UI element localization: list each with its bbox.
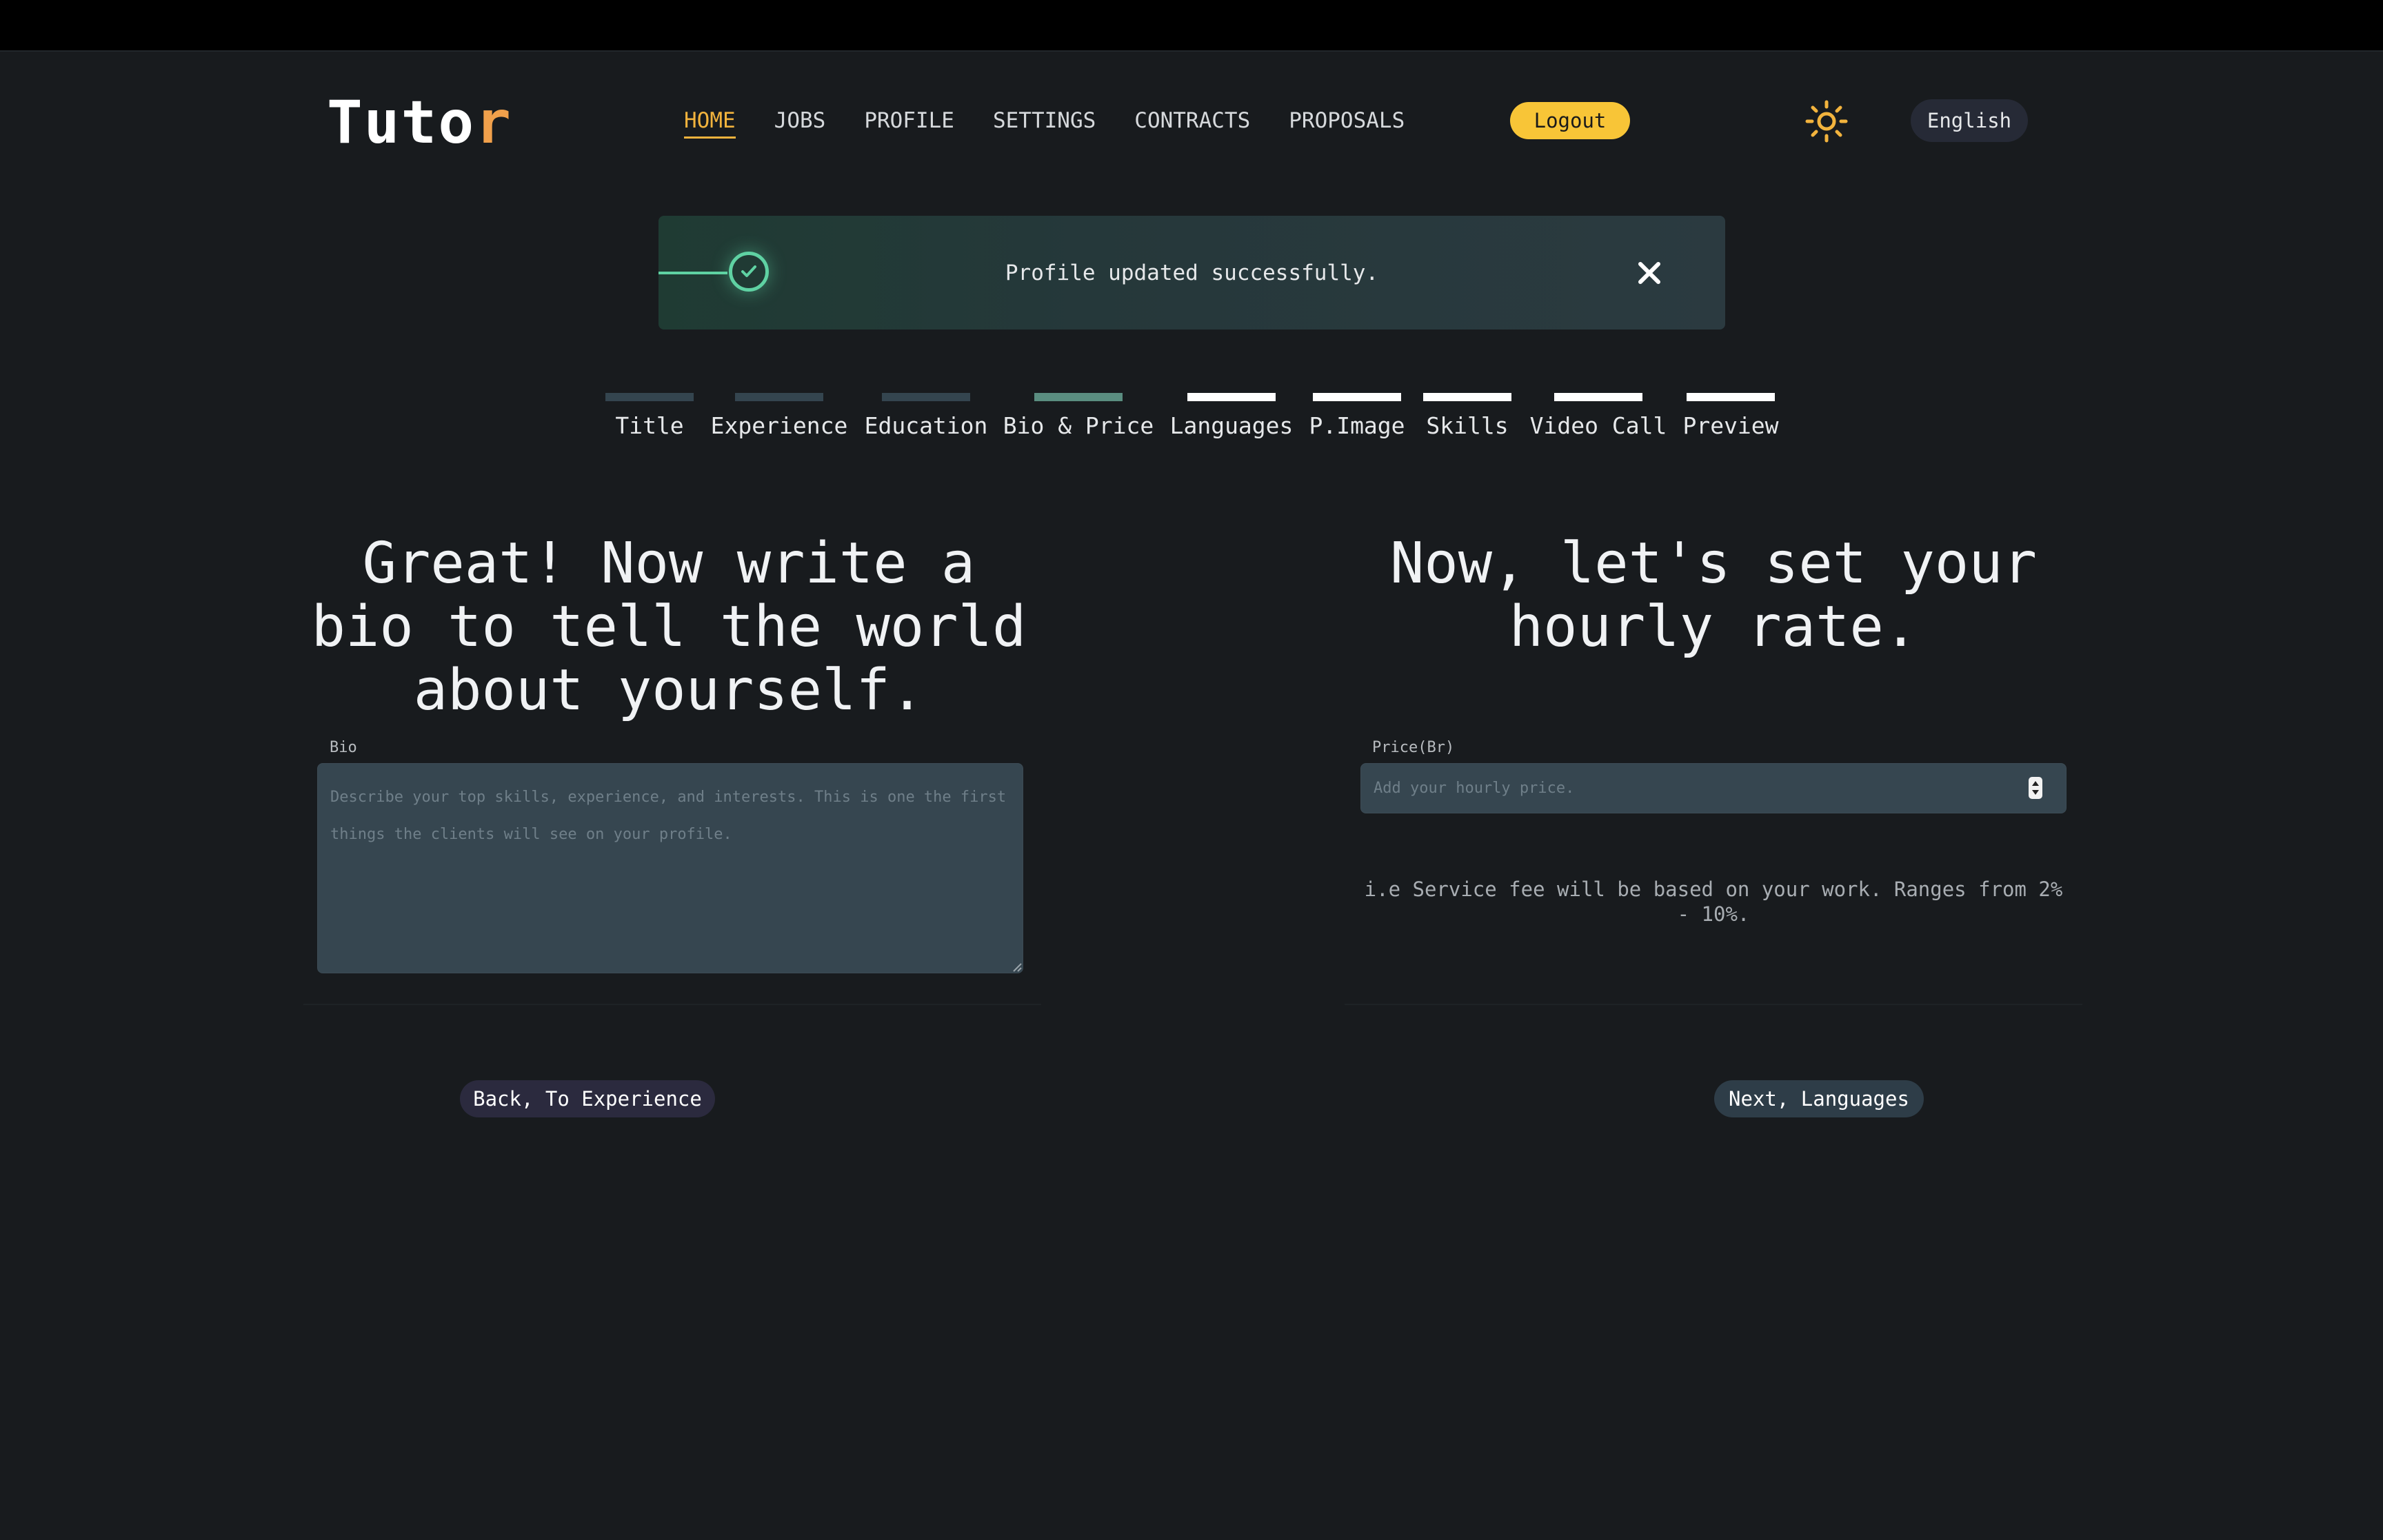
divider-right — [1345, 1004, 2082, 1005]
step-label: Education — [864, 412, 988, 439]
step-label: Experience — [710, 412, 848, 439]
stepper-down-icon[interactable] — [2032, 790, 2039, 795]
price-heading: Now, let's set your hourly rate. — [1390, 531, 2037, 660]
nav-profile[interactable]: PROFILE — [864, 105, 954, 139]
divider-left — [303, 1004, 1041, 1005]
toast-message: Profile updated successfully. — [1005, 261, 1379, 285]
browser-top-bar — [0, 0, 2383, 52]
step-bar — [1687, 393, 1775, 401]
service-fee-note: i.e Service fee will be based on your wo… — [1364, 878, 2063, 926]
step-label: Languages — [1169, 412, 1294, 439]
logo-accent-letter: r — [475, 88, 512, 157]
back-button[interactable]: Back, To Experience — [460, 1080, 715, 1117]
step-bar — [1423, 393, 1511, 401]
progress-steps: Title Experience Education Bio & Price L… — [0, 393, 2383, 448]
next-button[interactable]: Next, Languages — [1714, 1080, 1924, 1117]
stepper-up-icon[interactable] — [2032, 781, 2039, 786]
step-bar — [605, 393, 694, 401]
price-input[interactable] — [1360, 763, 2067, 813]
language-selector[interactable]: English — [1911, 99, 2028, 142]
nav-contracts[interactable]: CONTRACTS — [1134, 105, 1250, 139]
step-label: Title — [615, 412, 684, 439]
bio-heading: Great! Now write a bio to tell the world… — [311, 531, 1027, 723]
step-bar — [882, 393, 970, 401]
sun-icon[interactable] — [1805, 100, 1848, 143]
step-label: Bio & Price — [1003, 412, 1154, 439]
step-label: Video Call — [1529, 412, 1667, 439]
price-label: Price(Br) — [1372, 739, 1455, 756]
step-bar — [1034, 393, 1123, 401]
logo-text: Tuto — [327, 88, 476, 157]
logout-button[interactable]: Logout — [1510, 102, 1630, 139]
step-bar — [1554, 393, 1642, 401]
step-label: Skills — [1426, 412, 1509, 439]
close-icon[interactable] — [1631, 254, 1668, 292]
logo[interactable]: Tutor — [327, 88, 512, 157]
nav-settings[interactable]: SETTINGS — [993, 105, 1096, 139]
step-bar — [1187, 393, 1276, 401]
bio-label: Bio — [330, 739, 357, 756]
bio-textarea[interactable] — [317, 763, 1023, 973]
success-toast: Profile updated successfully. — [658, 216, 1725, 330]
nav-proposals[interactable]: PROPOSALS — [1289, 105, 1405, 139]
nav-home[interactable]: HOME — [684, 105, 736, 139]
step-bar — [735, 393, 823, 401]
step-label: P.Image — [1309, 412, 1405, 439]
nav-jobs[interactable]: JOBS — [774, 105, 826, 139]
step-label: Preview — [1682, 412, 1779, 439]
resize-handle-icon[interactable] — [1011, 961, 1022, 972]
number-stepper[interactable] — [2029, 777, 2042, 799]
main-nav: HOME JOBS PROFILE SETTINGS CONTRACTS PRO… — [684, 105, 1443, 139]
step-bar — [1313, 393, 1401, 401]
